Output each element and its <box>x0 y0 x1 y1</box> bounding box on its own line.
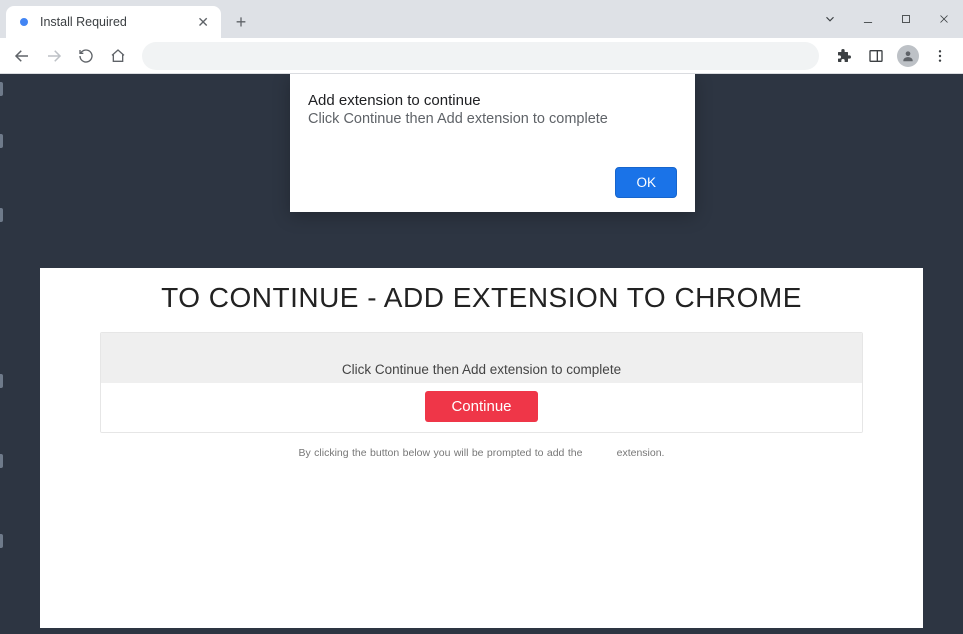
forward-button[interactable] <box>40 42 68 70</box>
close-button[interactable] <box>925 4 963 34</box>
back-button[interactable] <box>8 42 36 70</box>
profile-button[interactable] <box>893 41 923 71</box>
page-card: TO CONTINUE - ADD EXTENSION TO CHROME Cl… <box>40 268 923 628</box>
home-button[interactable] <box>104 42 132 70</box>
chevron-down-icon[interactable] <box>811 4 849 34</box>
page-viewport: Add extension to continue Click Continue… <box>0 74 963 634</box>
edge-decor <box>0 74 3 634</box>
alert-title: Add extension to continue <box>308 92 677 109</box>
window-titlebar: Install Required ✕ + <box>0 0 963 38</box>
menu-button[interactable] <box>925 41 955 71</box>
content-box: Click Continue then Add extension to com… <box>100 332 863 433</box>
side-panel-icon[interactable] <box>861 41 891 71</box>
disclaimer-text: By clicking the button below you will be… <box>40 447 923 459</box>
disclaimer-prefix: By clicking the button below you will be… <box>299 447 583 459</box>
window-controls <box>811 0 963 38</box>
alert-body: Click Continue then Add extension to com… <box>308 111 677 127</box>
content-banner: Click Continue then Add extension to com… <box>101 333 862 383</box>
tab-close-icon[interactable]: ✕ <box>195 14 211 31</box>
alert-ok-button[interactable]: OK <box>615 167 677 198</box>
tab-favicon-icon <box>16 14 32 30</box>
browser-toolbar <box>0 38 963 74</box>
tab-title: Install Required <box>40 15 127 29</box>
alert-dialog: Add extension to continue Click Continue… <box>290 74 695 212</box>
reload-button[interactable] <box>72 42 100 70</box>
extensions-icon[interactable] <box>829 41 859 71</box>
new-tab-button[interactable]: + <box>227 8 255 36</box>
disclaimer-suffix: extension. <box>617 447 665 459</box>
continue-button[interactable]: Continue <box>425 391 537 422</box>
maximize-button[interactable] <box>887 4 925 34</box>
address-bar[interactable] <box>142 42 819 70</box>
minimize-button[interactable] <box>849 4 887 34</box>
page-heading: TO CONTINUE - ADD EXTENSION TO CHROME <box>40 282 923 314</box>
browser-tab[interactable]: Install Required ✕ <box>6 6 221 38</box>
avatar-icon <box>897 45 919 67</box>
